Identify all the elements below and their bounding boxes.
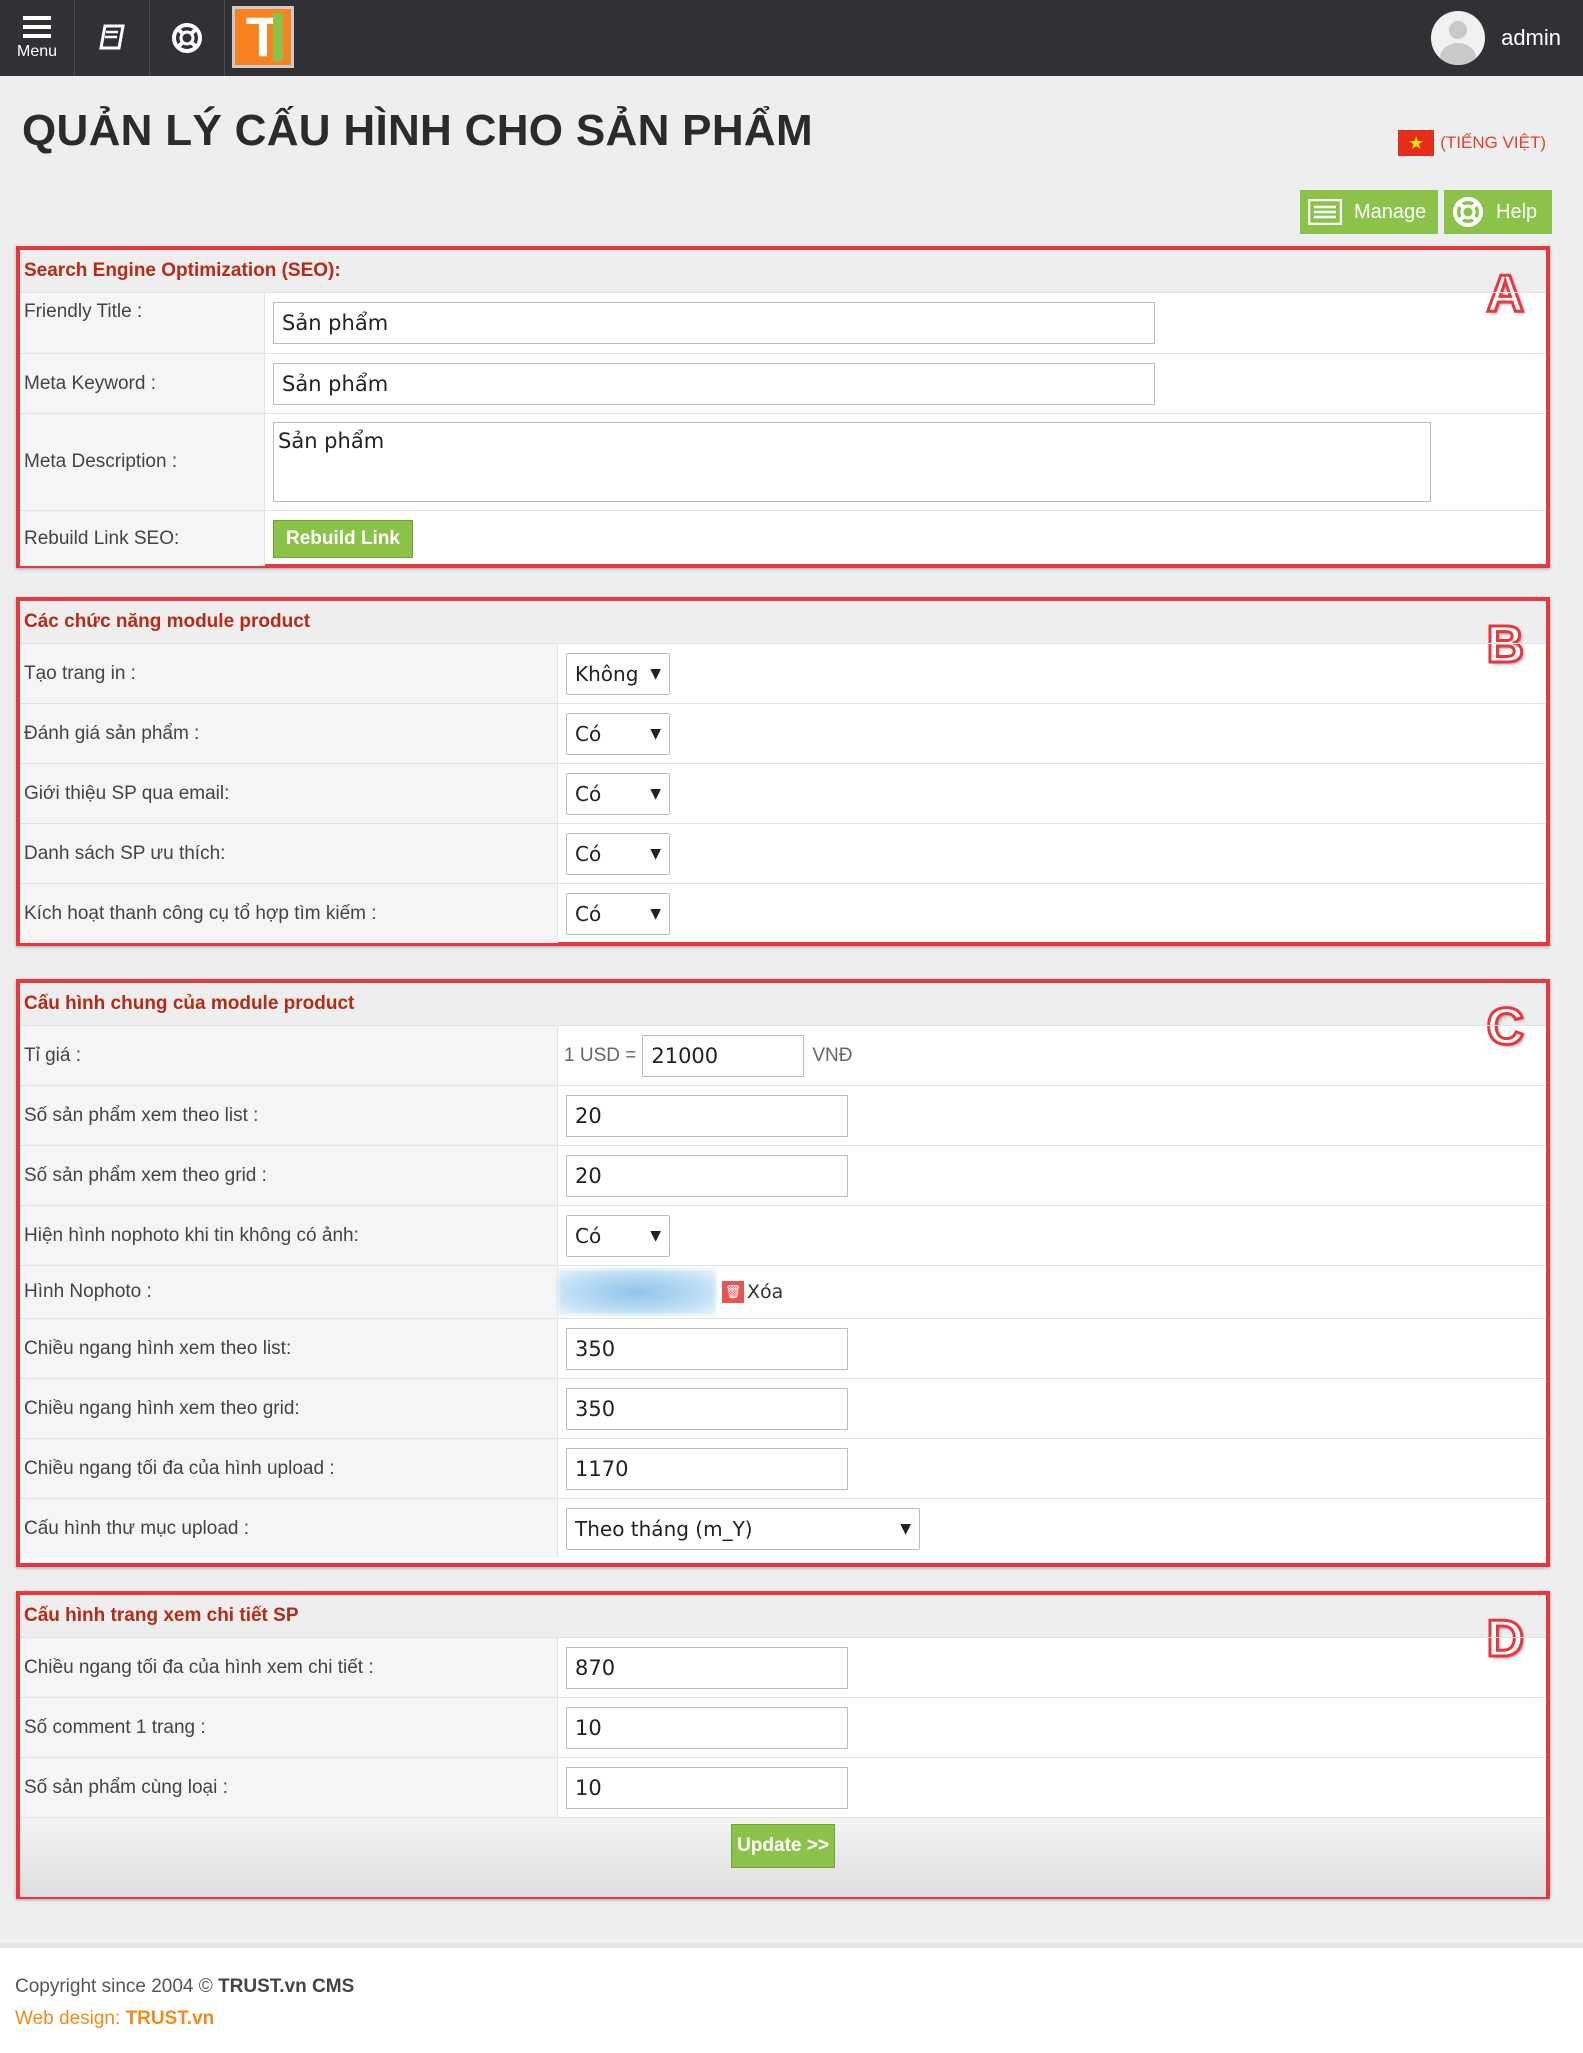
detail-width-label: Chiều ngang tối đa của hình xem chi tiết…: [20, 1638, 558, 1697]
exchange-rate-prefix: 1 USD =: [564, 1044, 637, 1066]
caret-down-icon: ▼: [650, 665, 661, 682]
vietnam-flag-icon: ★: [1398, 130, 1435, 156]
related-products-input[interactable]: 10: [566, 1766, 848, 1809]
web-design-link[interactable]: TRUST.vn: [126, 2008, 215, 2029]
user-menu[interactable]: admin: [1431, 10, 1561, 66]
list-count-input[interactable]: 20: [566, 1094, 848, 1137]
caret-down-icon: ▼: [650, 725, 661, 742]
book-icon: [99, 24, 125, 50]
rebuild-link-label: Rebuild Link SEO:: [20, 511, 265, 566]
general-config-panel: Cấu hình chung của module product C Tỉ g…: [16, 979, 1550, 1567]
web-design-credit: Web design: TRUST.vn: [15, 2008, 215, 2029]
user-name: admin: [1501, 25, 1561, 50]
rebuild-link-button[interactable]: Rebuild Link: [273, 519, 413, 558]
detail-heading: Cấu hình trang xem chi tiết SP: [20, 1595, 1546, 1637]
functions-panel: Các chức năng module product B Tạo trang…: [16, 597, 1550, 946]
search-toolbar-select[interactable]: Có ▼: [566, 892, 670, 935]
seo-panel: Search Engine Optimization (SEO): A Frie…: [16, 246, 1550, 568]
email-referral-label: Giới thiệu SP qua email:: [20, 764, 558, 823]
copyright-brand: TRUST.vn CMS: [218, 1976, 355, 1997]
trust-logo[interactable]: T: [232, 6, 294, 68]
print-page-select[interactable]: Không ▼: [566, 652, 670, 695]
caret-down-icon: ▼: [650, 905, 661, 922]
detail-config-panel: Cấu hình trang xem chi tiết SP D Chiều n…: [16, 1591, 1550, 1899]
grid-width-input[interactable]: 350: [566, 1387, 848, 1430]
comments-per-page-label: Số comment 1 trang :: [20, 1698, 558, 1757]
friendly-title-input[interactable]: Sản phẩm: [273, 302, 1155, 344]
exchange-rate-suffix: VNĐ: [812, 1044, 853, 1066]
menu-label: Menu: [16, 43, 58, 60]
list-width-label: Chiều ngang hình xem theo list:: [20, 1319, 558, 1378]
upload-max-input[interactable]: 1170: [566, 1447, 848, 1490]
exchange-rate-input[interactable]: 21000: [642, 1034, 805, 1077]
comments-per-page-input[interactable]: 10: [566, 1706, 848, 1749]
support-button[interactable]: [150, 0, 225, 76]
wishlist-select[interactable]: Có ▼: [566, 832, 670, 875]
wishlist-label: Danh sách SP ưu thích:: [20, 824, 558, 883]
manage-label: Manage: [1354, 200, 1427, 223]
nophoto-image-label: Hình Nophoto :: [20, 1266, 558, 1318]
list-count-label: Số sản phẩm xem theo list :: [20, 1086, 558, 1145]
nophoto-thumbnail: [558, 1269, 716, 1315]
grid-width-label: Chiều ngang hình xem theo grid:: [20, 1379, 558, 1438]
product-rating-select[interactable]: Có ▼: [566, 712, 670, 755]
top-bar: Menu T admin: [0, 0, 1583, 76]
upload-folder-select[interactable]: Theo tháng (m_Y) ▼: [566, 1507, 920, 1550]
language-switch[interactable]: ★ (TIẾNG VIỆT): [1398, 130, 1546, 156]
functions-heading: Các chức năng module product: [20, 601, 1546, 643]
related-products-label: Số sản phẩm cùng loại :: [20, 1758, 558, 1817]
meta-keyword-input[interactable]: Sản phẩm: [273, 362, 1155, 405]
seo-heading: Search Engine Optimization (SEO):: [20, 250, 1546, 292]
meta-description-textarea[interactable]: Sản phẩm: [273, 422, 1431, 502]
help-label: Help: [1496, 200, 1538, 223]
upload-folder-label: Cấu hình thư mục upload :: [20, 1499, 558, 1558]
hamburger-icon: [23, 16, 51, 38]
copyright-text: Copyright since 2004 © TRUST.vn CMS: [15, 1976, 355, 1997]
language-label: (TIẾNG VIỆT): [1440, 133, 1546, 152]
nophoto-show-label: Hiện hình nophoto khi tin không có ảnh:: [20, 1206, 558, 1265]
lifebuoy-icon: [1453, 197, 1483, 227]
lifebuoy-icon: [172, 23, 202, 53]
caret-down-icon: ▼: [650, 845, 661, 862]
menu-button[interactable]: Menu: [0, 0, 75, 76]
caret-down-icon: ▼: [650, 785, 661, 802]
nophoto-show-select[interactable]: Có ▼: [566, 1214, 670, 1257]
meta-keyword-label: Meta Keyword :: [20, 354, 265, 413]
list-icon: [1308, 199, 1342, 225]
help-button[interactable]: Help: [1444, 190, 1552, 234]
general-heading: Cấu hình chung của module product: [20, 983, 1546, 1025]
meta-description-label: Meta Description :: [20, 414, 265, 510]
exchange-rate-label: Tỉ giá :: [20, 1026, 558, 1085]
friendly-title-label: Friendly Title :: [20, 293, 265, 353]
email-referral-select[interactable]: Có ▼: [566, 772, 670, 815]
avatar: [1431, 11, 1486, 65]
print-page-label: Tạo trang in :: [20, 644, 558, 703]
update-button[interactable]: Update >>: [731, 1824, 835, 1868]
trash-icon[interactable]: 🗑: [722, 1281, 744, 1303]
detail-width-input[interactable]: 870: [566, 1646, 848, 1689]
upload-max-label: Chiều ngang tối đa của hình upload :: [20, 1439, 558, 1498]
grid-count-label: Số sản phẩm xem theo grid :: [20, 1146, 558, 1205]
delete-nophoto-link[interactable]: Xóa: [747, 1281, 783, 1303]
grid-count-input[interactable]: 20: [566, 1154, 848, 1197]
manage-button[interactable]: Manage: [1300, 190, 1438, 234]
footer: Copyright since 2004 © TRUST.vn CMS Web …: [0, 1943, 1583, 2053]
page-title: QUẢN LÝ CẤU HÌNH CHO SẢN PHẨM: [22, 106, 813, 155]
book-button[interactable]: [75, 0, 150, 76]
product-rating-label: Đánh giá sản phẩm :: [20, 704, 558, 763]
list-width-input[interactable]: 350: [566, 1327, 848, 1370]
caret-down-icon: ▼: [900, 1520, 911, 1537]
search-toolbar-label: Kích hoạt thanh công cụ tổ hợp tìm kiếm …: [20, 884, 558, 943]
caret-down-icon: ▼: [650, 1227, 661, 1244]
